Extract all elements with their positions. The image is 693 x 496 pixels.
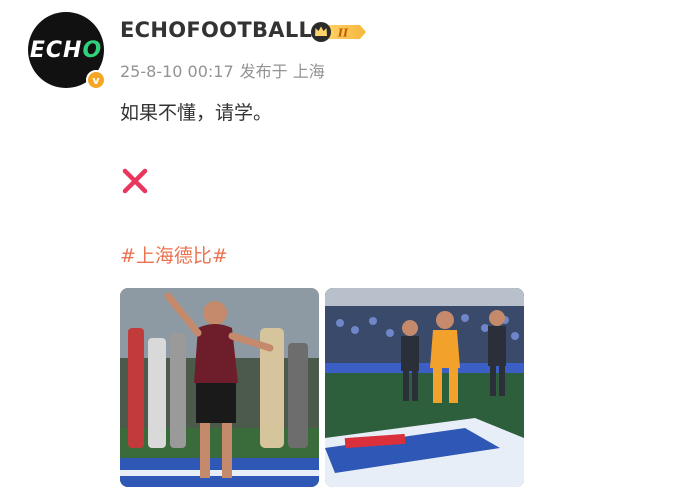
cross-mark-icon	[122, 168, 148, 194]
crown-icon	[311, 22, 331, 42]
post-source: 发布于 上海	[239, 62, 325, 81]
post-meta: 25-8-10 00:17 发布于 上海	[120, 58, 325, 82]
hashtag-link[interactable]: #上海德比#	[120, 241, 228, 268]
avatar[interactable]: ECHO v	[28, 12, 106, 90]
post-image-1[interactable]	[120, 288, 319, 487]
photo-coach-icon	[120, 288, 319, 487]
post-text: 如果不懂，请学。	[120, 102, 273, 124]
post-image-2[interactable]	[325, 288, 524, 487]
timestamp[interactable]: 25-8-10 00:17	[120, 62, 234, 81]
username-link[interactable]: ECHOFOOTBALL	[120, 18, 312, 42]
avatar-logo-text: ECHO	[29, 37, 103, 63]
vip-level-badge-icon[interactable]: II	[310, 21, 368, 43]
vip-level-text: II	[337, 27, 349, 40]
weibo-post: ECHO v ECHOFOOTBALL II 25-8-10 00:17 发布于 …	[0, 0, 693, 496]
photo-goalkeeper-icon	[325, 288, 524, 487]
verified-badge-icon: v	[86, 70, 106, 90]
